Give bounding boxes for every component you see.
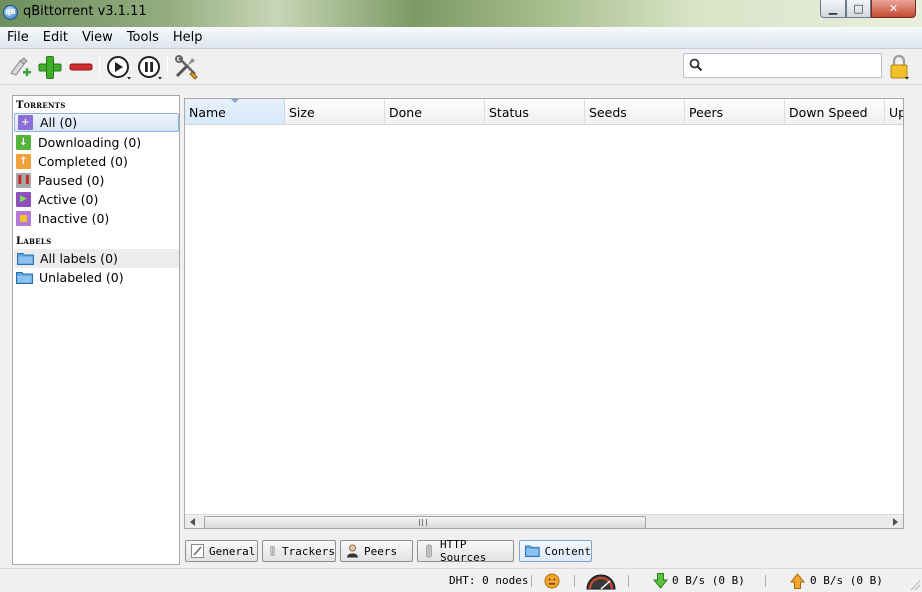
options-icon[interactable] (172, 53, 200, 81)
column-header-down-speed[interactable]: Down Speed (785, 99, 885, 124)
resume-icon[interactable] (104, 53, 132, 81)
column-header-peers[interactable]: Peers (685, 99, 785, 124)
maximize-button[interactable]: □ (846, 0, 871, 18)
sidebar-item-label: All (0) (40, 115, 78, 130)
status-bar: DHT: 0 nodes 0 B/s (0 B) 0 B/s (0 B) (0, 568, 922, 592)
sidebar-item-label: Unlabeled (0) (39, 270, 124, 285)
downloading-icon: ↓ (16, 135, 31, 150)
add-link-icon[interactable] (6, 53, 34, 81)
toolbar-separator (167, 56, 168, 78)
scroll-right-arrow-icon[interactable] (893, 518, 898, 526)
folder-icon (16, 272, 33, 284)
status-separator (628, 575, 629, 587)
column-header-status[interactable]: Status (485, 99, 585, 124)
scrollbar-grip-icon (419, 519, 427, 526)
torrents-header: Torrents (16, 100, 66, 111)
peers-icon (347, 544, 358, 558)
tab-content[interactable]: Content (519, 540, 592, 562)
all-icon: + (18, 115, 33, 130)
qbittorrent-window: qB qBittorrent v3.1.11 ▁ □ ✕ File Edit V… (0, 0, 922, 592)
close-button[interactable]: ✕ (871, 0, 916, 18)
column-header-seeds[interactable]: Seeds (585, 99, 685, 124)
pause-icon[interactable] (135, 53, 163, 81)
menu-help[interactable]: Help (166, 27, 210, 49)
tab-trackers[interactable]: Trackers (262, 540, 336, 562)
status-separator (574, 575, 575, 587)
sidebar: Torrents + All (0) ↓ Downloading (0) ↑ C… (12, 95, 180, 565)
sidebar-item-label: Downloading (0) (38, 135, 142, 150)
general-icon (191, 544, 204, 558)
sidebar-item-unlabeled[interactable]: Unlabeled (0) (13, 268, 179, 287)
sidebar-item-label: Completed (0) (38, 154, 128, 169)
search-field[interactable] (683, 53, 882, 78)
download-speed: 0 B/s (0 B) (672, 574, 745, 587)
content-icon (525, 545, 540, 557)
menu-view[interactable]: View (75, 27, 120, 49)
column-header-done[interactable]: Done (385, 99, 485, 124)
delete-icon[interactable] (67, 53, 95, 81)
resize-grip-icon[interactable] (910, 580, 920, 590)
sidebar-item-label: Paused (0) (38, 173, 105, 188)
table-header: Name Size Done Status Seeds Peers Down S… (185, 99, 903, 125)
sidebar-item-active[interactable]: ▶ Active (0) (13, 190, 179, 209)
torrent-list[interactable]: Name Size Done Status Seeds Peers Down S… (184, 98, 904, 529)
http-sources-icon (426, 544, 432, 558)
column-header-name[interactable]: Name (185, 99, 285, 124)
upload-speed-icon (790, 573, 805, 589)
sidebar-item-paused[interactable]: ❚❚ Paused (0) (13, 171, 179, 190)
sidebar-item-downloading[interactable]: ↓ Downloading (0) (13, 133, 179, 152)
sort-ascending-icon (231, 99, 239, 103)
status-separator (765, 575, 766, 587)
connection-status-icon[interactable] (544, 573, 560, 589)
menu-edit[interactable]: Edit (36, 27, 75, 49)
sidebar-item-all[interactable]: + All (0) (14, 113, 179, 132)
status-separator (531, 575, 532, 587)
sidebar-item-label: Inactive (0) (38, 211, 110, 226)
toolbar (0, 50, 922, 85)
sidebar-item-label: Active (0) (38, 192, 99, 207)
scroll-left-arrow-icon[interactable] (190, 518, 195, 526)
column-header-up-speed[interactable]: Up (885, 99, 903, 124)
folder-icon (17, 253, 34, 265)
speed-limit-icon[interactable] (585, 572, 617, 590)
sidebar-item-label: All labels (0) (40, 251, 118, 266)
active-icon: ▶ (16, 192, 31, 207)
paused-icon: ❚❚ (16, 173, 31, 188)
add-torrent-icon[interactable] (36, 53, 64, 81)
toolbar-separator (99, 56, 100, 78)
download-speed-icon (653, 573, 668, 589)
qbittorrent-logo-icon: qB (3, 5, 18, 20)
menu-tools[interactable]: Tools (120, 27, 166, 49)
search-input[interactable] (708, 56, 878, 75)
search-icon (689, 58, 703, 72)
dht-status: DHT: 0 nodes (449, 574, 529, 587)
sidebar-item-inactive[interactable]: Inactive (0) (13, 209, 179, 228)
tab-peers[interactable]: Peers (340, 540, 413, 562)
labels-header: Labels (16, 236, 52, 247)
scrollbar-thumb[interactable] (204, 516, 646, 528)
column-header-size[interactable]: Size (285, 99, 385, 124)
inactive-icon (16, 211, 31, 226)
sidebar-item-completed[interactable]: ↑ Completed (0) (13, 152, 179, 171)
tab-http-sources[interactable]: HTTP Sources (417, 538, 514, 564)
menu-bar: File Edit View Tools Help (0, 27, 922, 49)
tab-general[interactable]: General (185, 540, 258, 562)
completed-icon: ↑ (16, 154, 31, 169)
window-title: qBittorrent v3.1.11 (23, 4, 147, 19)
upload-speed: 0 B/s (0 B) (810, 574, 883, 587)
minimize-button[interactable]: ▁ (820, 0, 846, 18)
horizontal-scrollbar[interactable] (185, 514, 903, 528)
title-bar[interactable]: qB qBittorrent v3.1.11 ▁ □ ✕ (0, 0, 922, 27)
lock-icon[interactable] (888, 53, 910, 81)
trackers-icon (270, 546, 275, 556)
sidebar-item-all-labels[interactable]: All labels (0) (14, 249, 179, 268)
menu-file[interactable]: File (0, 27, 36, 49)
